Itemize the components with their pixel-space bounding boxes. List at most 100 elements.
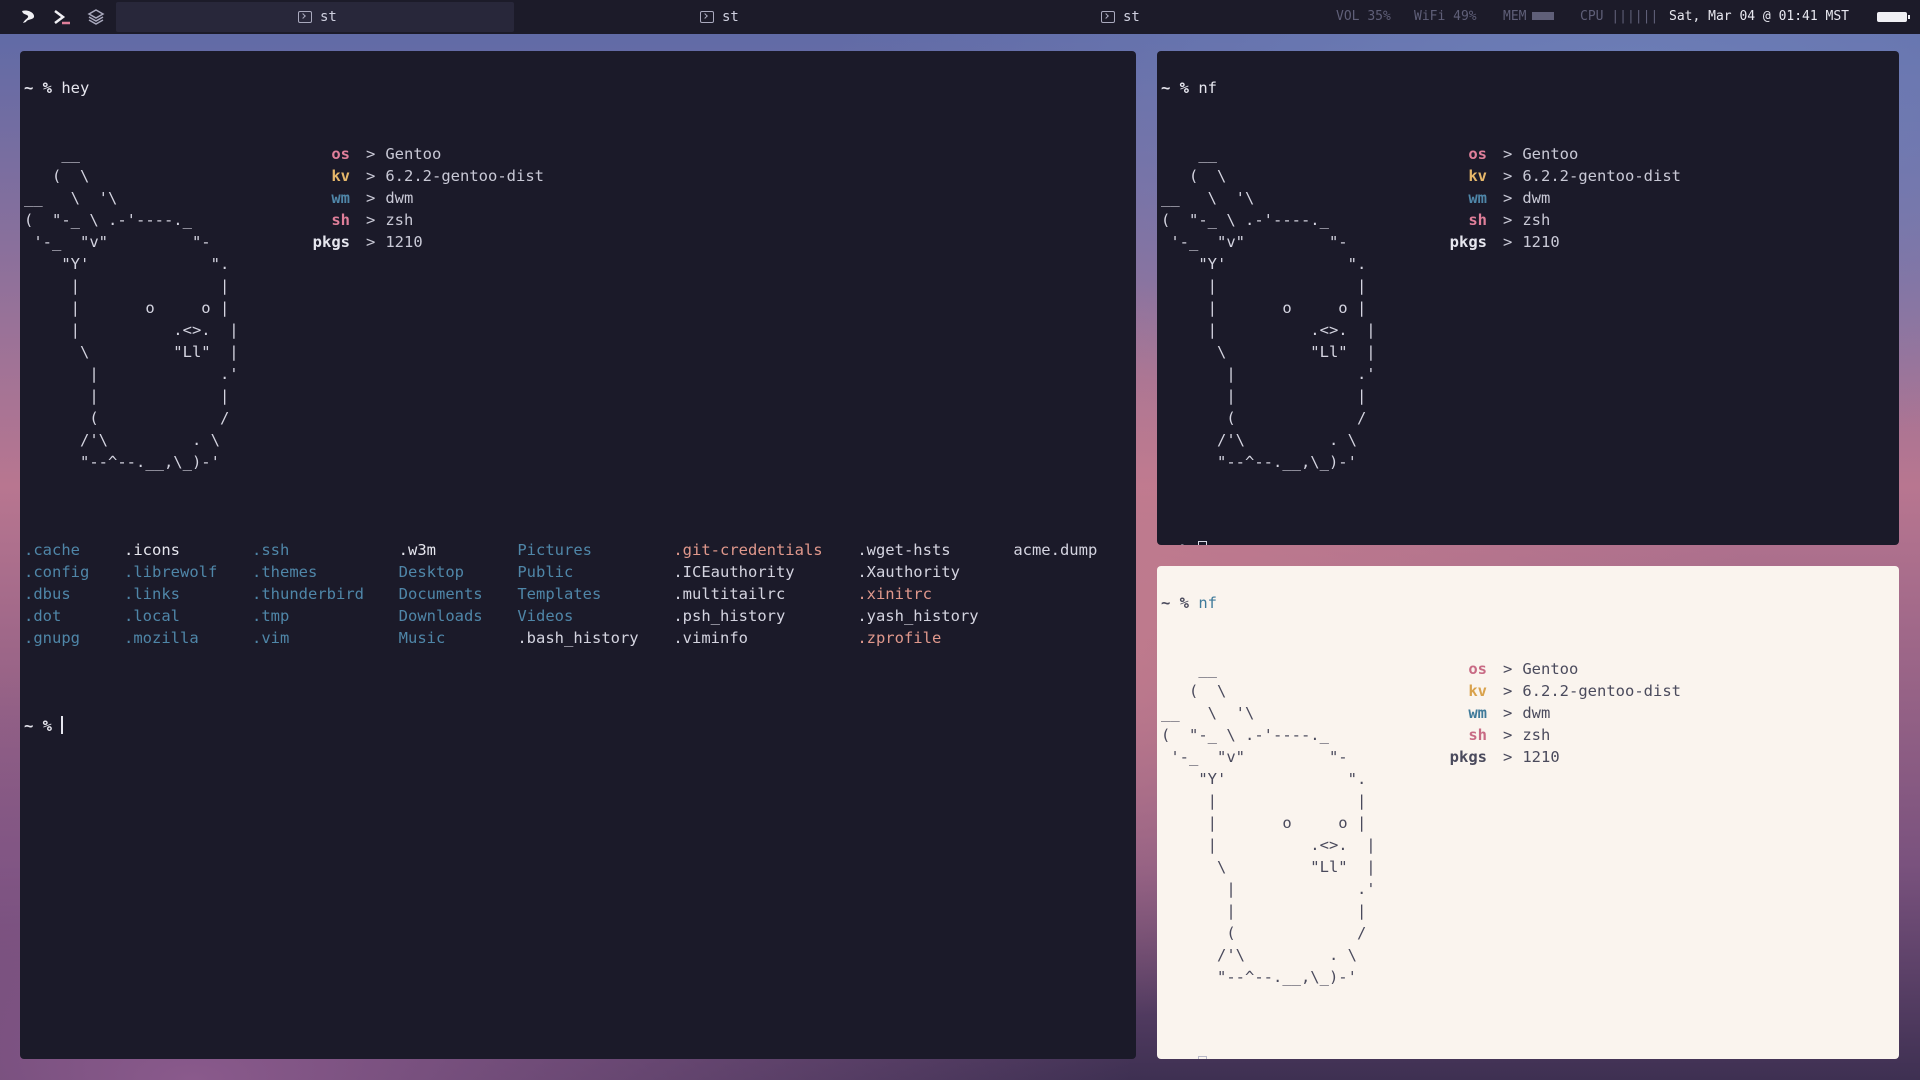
tab-label: st	[320, 9, 337, 25]
sysinfo-line: wm > dwm	[1423, 187, 1681, 209]
ls-entry: Templates	[517, 585, 602, 603]
sysinfo-value: zsh	[1522, 211, 1551, 229]
ls-entry: .multitailrc	[673, 585, 786, 603]
wifi-value: 49%	[1453, 9, 1477, 24]
ls-entry: acme.dump	[1013, 541, 1098, 559]
sysinfo-value: 6.2.2-gentoo-dist	[1522, 167, 1681, 185]
tab-label: st	[722, 9, 739, 25]
sysinfo-line: sh > zsh	[286, 209, 544, 231]
layers-icon[interactable]	[87, 8, 105, 26]
ls-entry: .gnupg	[24, 629, 80, 647]
sysinfo-line: kv >6.2.2-gentoo-dist	[1423, 680, 1681, 702]
ls-entry: .w3m	[398, 541, 436, 559]
memory-status: MEM	[1503, 0, 1555, 34]
sysinfo-key: wm	[331, 189, 350, 207]
sysinfo-line: os > Gentoo	[1423, 143, 1681, 165]
command-text: nf	[1198, 79, 1218, 97]
ls-entry: .wget-hsts	[857, 541, 951, 559]
prompt-line: ~ %	[1161, 539, 1895, 545]
ls-entry: .themes	[252, 563, 318, 581]
sysinfo-key: os	[331, 145, 350, 163]
sysinfo-value: 6.2.2-gentoo-dist	[385, 167, 544, 185]
volume-status[interactable]: VOL 35%	[1336, 0, 1391, 34]
ls-entry: Videos	[517, 607, 574, 625]
ls-entry: .cache	[24, 541, 80, 559]
terminal-output: ~ % nf __ ( \ __ \ '\ ( "-_ \ .-'----._ …	[1157, 51, 1899, 545]
wifi-status[interactable]: WiFi 49%	[1414, 0, 1477, 34]
terminal-window-right-top[interactable]: ~ % nf __ ( \ __ \ '\ ( "-_ \ .-'----._ …	[1157, 51, 1899, 545]
ls-entry: .vim	[252, 629, 290, 647]
ls-entry: .zprofile	[857, 629, 942, 647]
sysinfo-line: sh > zsh	[1423, 724, 1681, 746]
cpu-label: CPU	[1580, 9, 1604, 24]
prompt: ~ %	[1161, 541, 1189, 545]
terminal-window-right-bottom[interactable]: ~ % nf __ ( \ __ \ '\ ( "-_ \ .-'----._ …	[1157, 566, 1899, 1059]
ls-entry: .xinitrc	[857, 585, 932, 603]
prompt: ~ %	[1161, 594, 1189, 612]
prompt: ~ %	[1161, 79, 1189, 97]
sysinfo-line: kv >6.2.2-gentoo-dist	[286, 165, 544, 187]
sysinfo-arrow: >	[1503, 167, 1513, 185]
sysinfo-line: wm > dwm	[286, 187, 544, 209]
ls-entry: .config	[24, 563, 90, 581]
gentoo-logo-icon[interactable]	[19, 8, 37, 26]
fetch-block: __ ( \ __ \ '\ ( "-_ \ .-'----._ '-_ "v"…	[1161, 143, 1895, 473]
terminal-output: ~ % nf __ ( \ __ \ '\ ( "-_ \ .-'----._ …	[1157, 566, 1899, 1059]
memory-bar	[1532, 12, 1555, 20]
sysinfo-line: wm > dwm	[1423, 702, 1681, 724]
sysinfo-key: sh	[1468, 726, 1487, 744]
sysinfo-value: Gentoo	[1522, 660, 1579, 678]
sysinfo-key: pkgs	[1449, 748, 1487, 766]
ls-entry: Music	[398, 629, 446, 647]
sysinfo-value: zsh	[385, 211, 414, 229]
volume-value: 35%	[1367, 9, 1391, 24]
terminal-icon	[700, 11, 714, 23]
sysinfo-arrow: >	[1503, 726, 1513, 744]
sysinfo-arrow: >	[366, 233, 376, 251]
terminal-icon	[1101, 11, 1115, 23]
sysinfo-key: os	[1468, 145, 1487, 163]
prompt-line: ~ % nf	[1161, 592, 1895, 614]
ls-entry: .psh_history	[673, 607, 786, 625]
sysinfo-line: sh > zsh	[1423, 209, 1681, 231]
ls-entry: .yash_history	[857, 607, 979, 625]
terminal-window-left[interactable]: ~ % hey __ ( \ __ \ '\ ( "-_ \ .-'----._…	[20, 51, 1136, 1059]
sysinfo-line: pkgs >1210	[1423, 231, 1681, 253]
ls-entry: Public	[517, 563, 574, 581]
sysinfo-key: kv	[331, 167, 350, 185]
sysinfo-key: pkgs	[1449, 233, 1487, 251]
sysinfo-value: zsh	[1522, 726, 1551, 744]
ls-entry: Documents	[398, 585, 483, 603]
terminal-output: ~ % hey __ ( \ __ \ '\ ( "-_ \ .-'----._…	[20, 51, 1136, 785]
ls-entry: .dot	[24, 607, 62, 625]
tab-st-3[interactable]: st	[916, 2, 1320, 32]
clock: Sat, Mar 04 @ 01:41 MST	[1669, 9, 1850, 24]
sysinfo-line: kv >6.2.2-gentoo-dist	[1423, 165, 1681, 187]
sysinfo-value: 6.2.2-gentoo-dist	[1522, 682, 1681, 700]
tab-st-2[interactable]: st	[514, 2, 916, 32]
larry-cow-ascii: __ ( \ __ \ '\ ( "-_ \ .-'----._ '-_ "v"…	[24, 145, 239, 471]
sysinfo-key: os	[1468, 660, 1487, 678]
fetch-block: __ ( \ __ \ '\ ( "-_ \ .-'----._ '-_ "v"…	[1161, 658, 1895, 988]
tab-st-1[interactable]: st	[116, 2, 514, 32]
ls-entry: .thunderbird	[252, 585, 364, 603]
ls-entry: .dbus	[24, 585, 71, 603]
sysinfo: os > Gentoo kv >6.2.2-gentoo-dist wm > dwm sh > zs…	[1423, 658, 1681, 988]
sysinfo-value: 1210	[1522, 233, 1560, 251]
sysinfo-key: sh	[331, 211, 350, 229]
ls-entry: .bash_history	[517, 629, 639, 647]
sysinfo-arrow: >	[366, 189, 376, 207]
prompt-line: ~ %	[1161, 1054, 1895, 1059]
ls-entry: .mozilla	[124, 629, 199, 647]
memory-label: MEM	[1503, 9, 1527, 24]
prompt: ~ %	[1161, 1056, 1189, 1059]
ls-entry: .tmp	[252, 607, 290, 625]
sysinfo-line: pkgs >1210	[1423, 746, 1681, 768]
terminal-prompt-icon[interactable]	[53, 8, 71, 26]
ls-entry: .links	[124, 585, 180, 603]
volume-label: VOL	[1336, 9, 1360, 24]
sysinfo-arrow: >	[1503, 145, 1513, 163]
sysinfo-arrow: >	[366, 145, 376, 163]
sysinfo-arrow: >	[1503, 211, 1513, 229]
ls-output: .cache .config .dbus .dot .gnupg .icons .libre…	[24, 539, 1132, 649]
